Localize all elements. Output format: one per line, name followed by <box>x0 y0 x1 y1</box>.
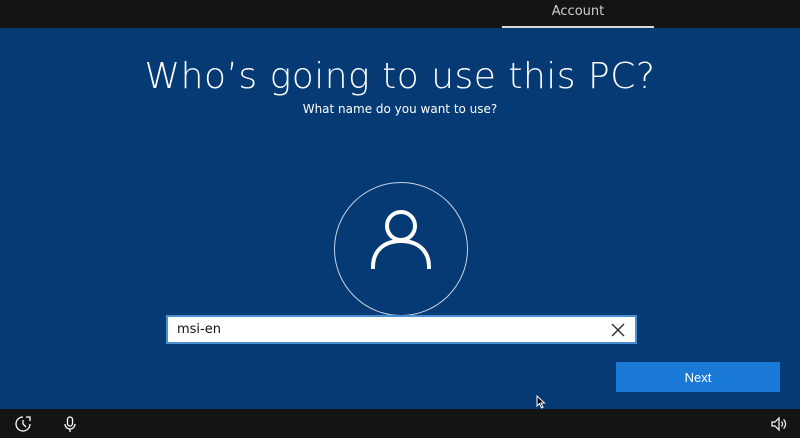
ease-of-access-icon[interactable] <box>14 415 32 433</box>
microphone-icon[interactable] <box>61 415 79 433</box>
oobe-screen: Account Who’s going to use this PC? What… <box>0 0 800 438</box>
page-title: Who’s going to use this PC? <box>144 56 656 97</box>
close-icon[interactable] <box>609 321 627 339</box>
page-subtitle: What name do you want to use? <box>302 102 498 116</box>
bottom-bar <box>0 409 800 438</box>
mouse-pointer-icon <box>536 395 546 409</box>
next-button[interactable]: Next <box>616 362 780 392</box>
tab-account: Account <box>502 0 654 28</box>
name-field[interactable] <box>166 315 637 344</box>
user-avatar <box>334 182 468 316</box>
name-input[interactable] <box>177 319 597 340</box>
user-icon <box>370 210 432 270</box>
top-bar: Account <box>0 0 800 28</box>
volume-icon[interactable] <box>770 415 788 433</box>
